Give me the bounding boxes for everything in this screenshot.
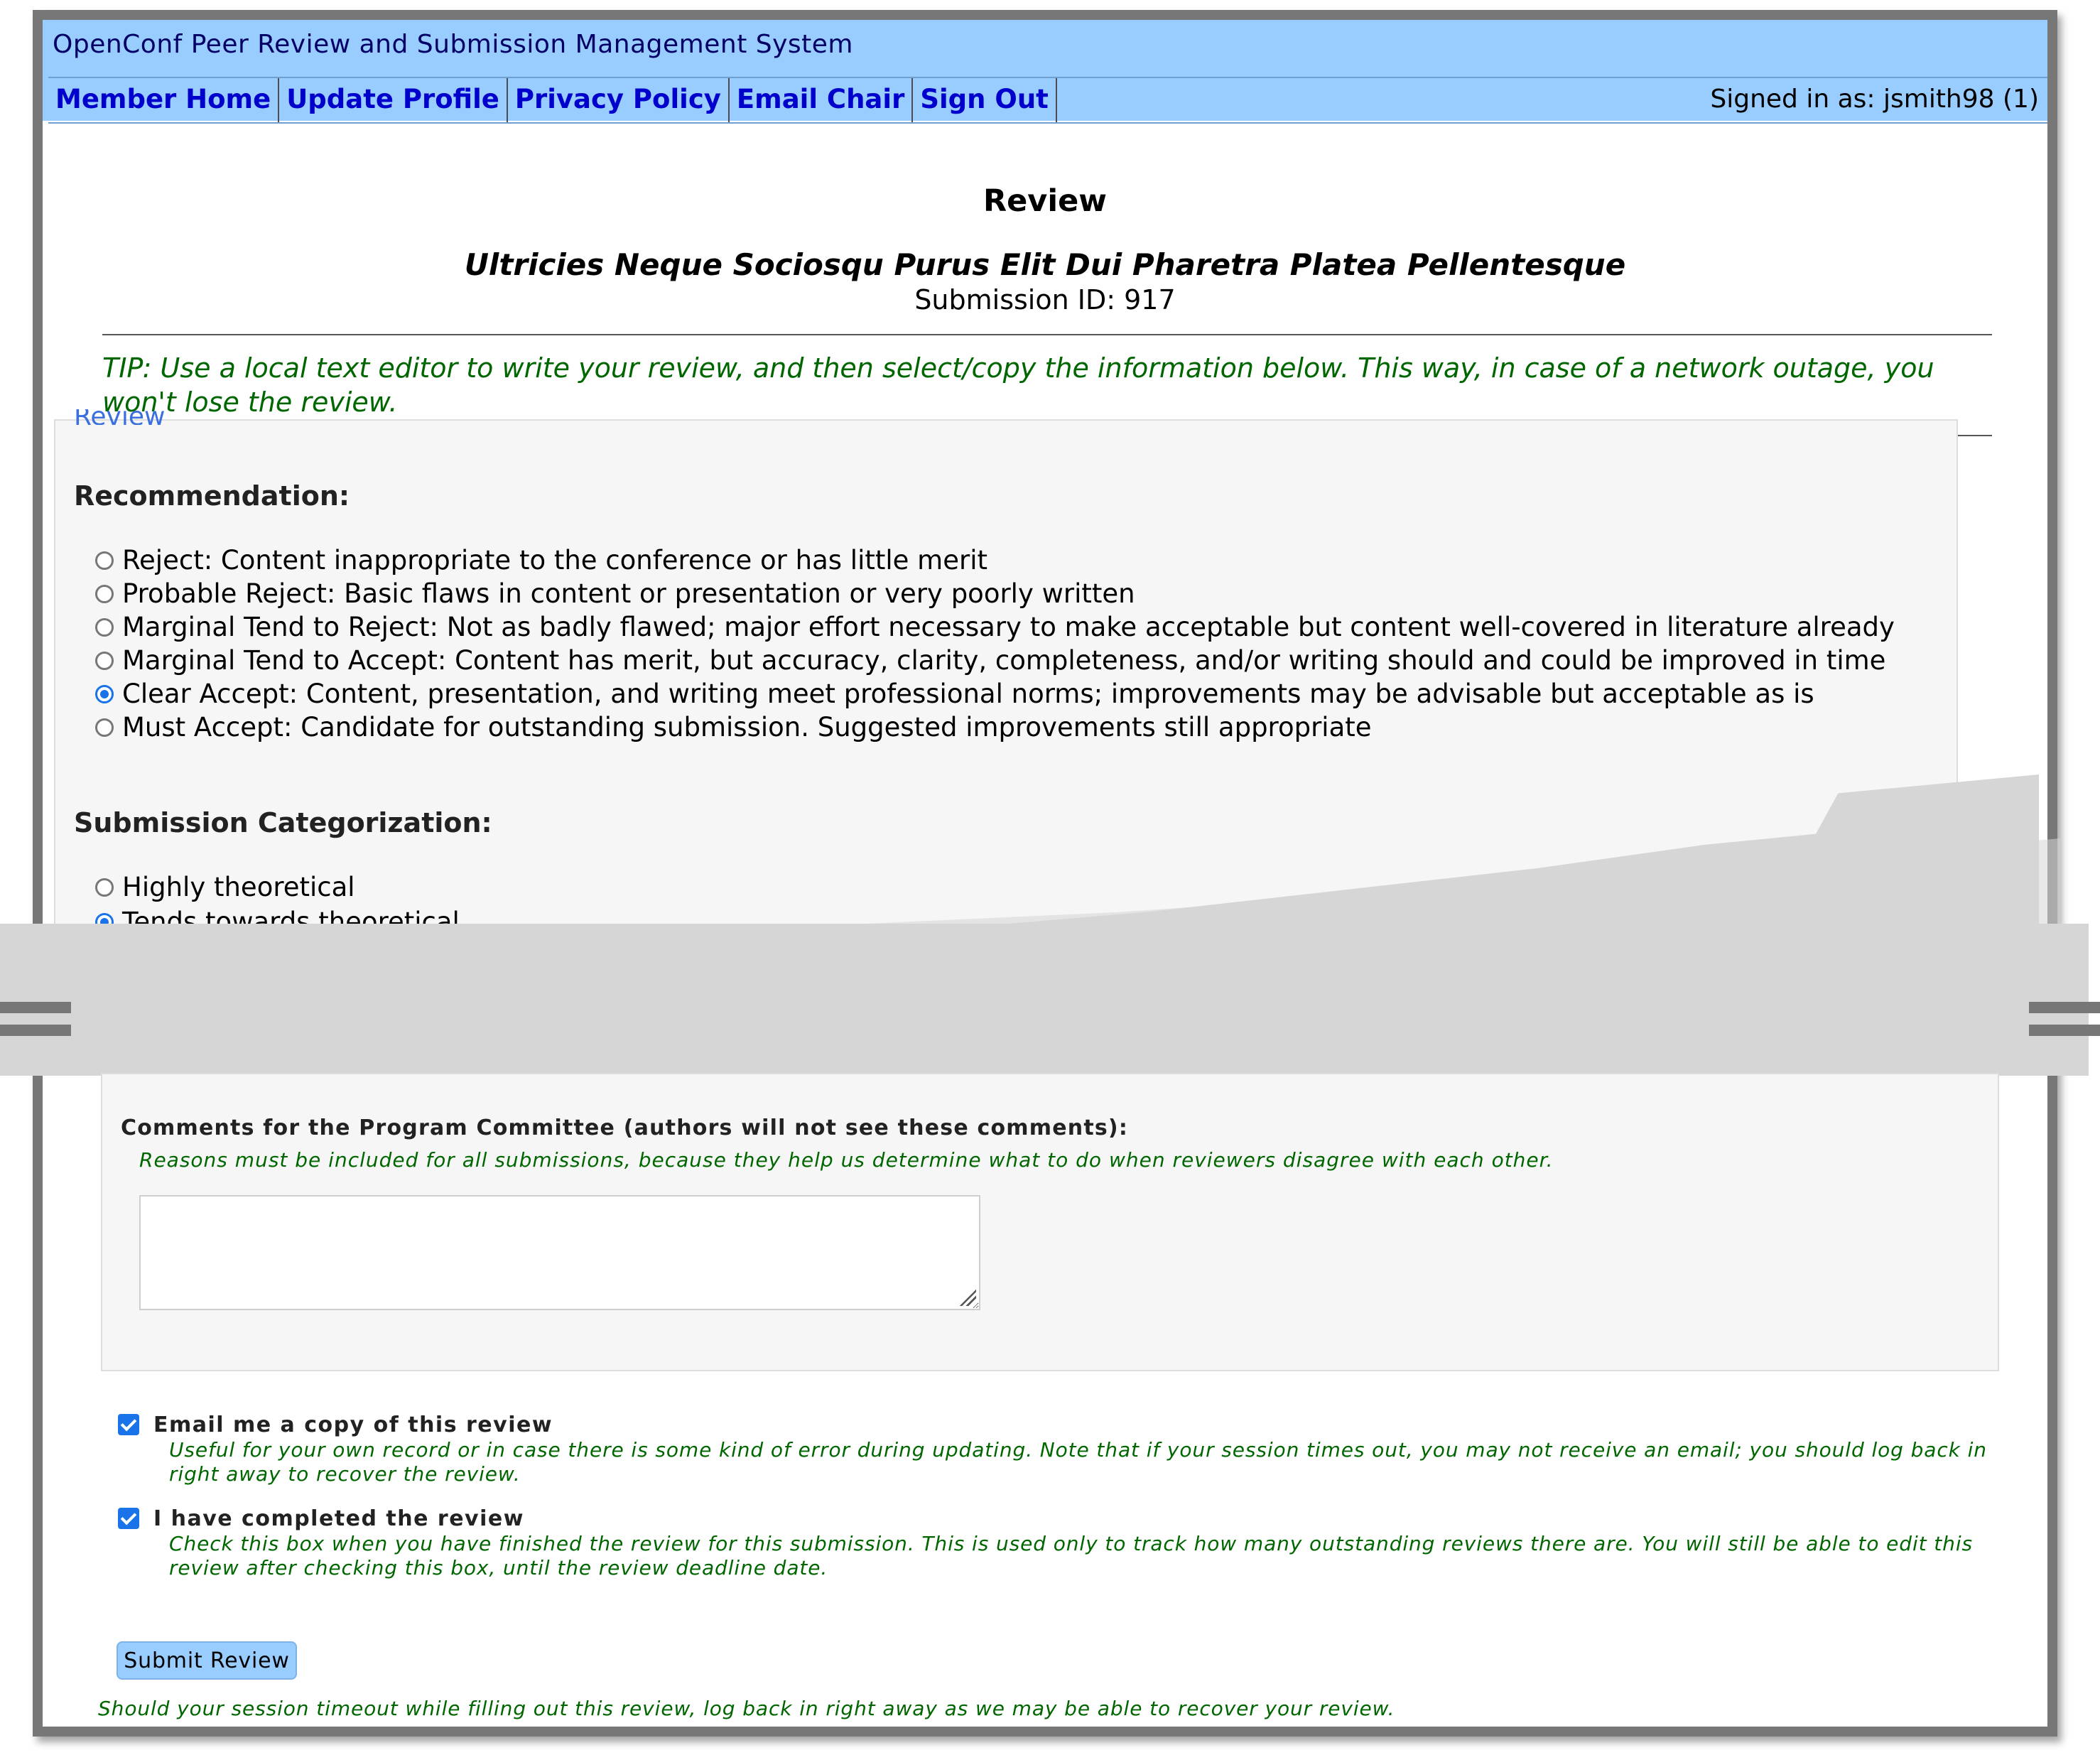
option-label: Marginal Tend to Reject: Not as badly fl… xyxy=(122,612,1895,642)
signed-in-status: Signed in as: jsmith98 (1) xyxy=(1710,85,2039,114)
submission-id: Submission ID: 917 xyxy=(914,284,1176,315)
redaction-region xyxy=(0,924,2089,1076)
email-copy-hint: Useful for your own record or in case th… xyxy=(169,1438,1987,1486)
nav-member-home[interactable]: Member Home xyxy=(48,78,280,122)
completed-hint: Check this box when you have finished th… xyxy=(169,1532,1973,1580)
option-label: Tends towards theoretical xyxy=(122,907,460,925)
fieldset-legend: Review xyxy=(74,409,166,425)
footer-note: Should your session timeout while fillin… xyxy=(98,1697,1395,1720)
recommendation-option[interactable]: Clear Accept: Content, presentation, and… xyxy=(95,677,1895,711)
categorization-options: Highly theoretical xyxy=(95,870,355,904)
completed-label: I have completed the review xyxy=(153,1506,524,1531)
recommendation-option[interactable]: Marginal Tend to Reject: Not as badly fl… xyxy=(95,610,1895,644)
page-heading: Review xyxy=(983,183,1107,219)
radio-button[interactable] xyxy=(95,878,114,897)
cut-marker xyxy=(0,1000,71,1040)
comments-label: Comments for the Program Committee (auth… xyxy=(121,1116,1129,1140)
submission-title: Ultricies Neque Sociosqu Purus Elit Dui … xyxy=(464,247,1626,282)
option-label: Marginal Tend to Accept: Content has mer… xyxy=(122,645,1886,676)
option-label: Must Accept: Candidate for outstanding s… xyxy=(122,712,1372,742)
option-label: Clear Accept: Content, presentation, and… xyxy=(122,679,1814,709)
comments-hint: Reasons must be included for all submiss… xyxy=(139,1148,1554,1172)
radio-button[interactable] xyxy=(95,617,114,637)
radio-button-selected[interactable] xyxy=(95,684,114,703)
nav-sign-out[interactable]: Sign Out xyxy=(913,78,1057,122)
email-copy-label: Email me a copy of this review xyxy=(153,1413,553,1437)
divider xyxy=(102,334,1992,335)
header-bar: OpenConf Peer Review and Submission Mana… xyxy=(43,20,2047,124)
nav-menu: Member Home Update Profile Privacy Polic… xyxy=(48,78,1057,122)
categorization-option[interactable]: Tends towards theoretical xyxy=(95,905,460,925)
recommendation-option[interactable]: Marginal Tend to Accept: Content has mer… xyxy=(95,644,1895,677)
recommendation-option[interactable]: Probable Reject: Basic flaws in content … xyxy=(95,577,1895,610)
radio-button[interactable] xyxy=(95,551,114,570)
radio-button[interactable] xyxy=(95,584,114,603)
categorization-label: Submission Categorization: xyxy=(74,807,492,838)
completed-checkbox[interactable] xyxy=(118,1508,139,1529)
nav-privacy-policy[interactable]: Privacy Policy xyxy=(508,78,730,122)
nav-email-chair[interactable]: Email Chair xyxy=(730,78,914,122)
option-label: Reject: Content inappropriate to the con… xyxy=(122,545,987,576)
comments-textarea[interactable] xyxy=(139,1195,980,1310)
tip-text: TIP: Use a local text editor to write yo… xyxy=(102,352,1934,418)
radio-button[interactable] xyxy=(95,718,114,737)
resize-grip-icon[interactable] xyxy=(958,1287,979,1309)
app-title: OpenConf Peer Review and Submission Mana… xyxy=(53,30,853,59)
nav-update-profile[interactable]: Update Profile xyxy=(279,78,508,122)
submit-review-button[interactable]: Submit Review xyxy=(117,1641,297,1680)
option-label: Probable Reject: Basic flaws in content … xyxy=(122,578,1135,609)
categorization-option[interactable]: Highly theoretical xyxy=(95,870,355,904)
radio-button[interactable] xyxy=(95,651,114,670)
recommendation-options: Reject: Content inappropriate to the con… xyxy=(95,544,1895,744)
recommendation-option[interactable]: Must Accept: Candidate for outstanding s… xyxy=(95,711,1895,744)
option-label: Highly theoretical xyxy=(122,872,355,902)
recommendation-label: Recommendation: xyxy=(74,480,350,512)
email-copy-checkbox[interactable] xyxy=(118,1414,139,1435)
cut-marker xyxy=(2029,1000,2100,1040)
nav-row: Member Home Update Profile Privacy Polic… xyxy=(48,77,2047,124)
recommendation-option[interactable]: Reject: Content inappropriate to the con… xyxy=(95,544,1895,577)
